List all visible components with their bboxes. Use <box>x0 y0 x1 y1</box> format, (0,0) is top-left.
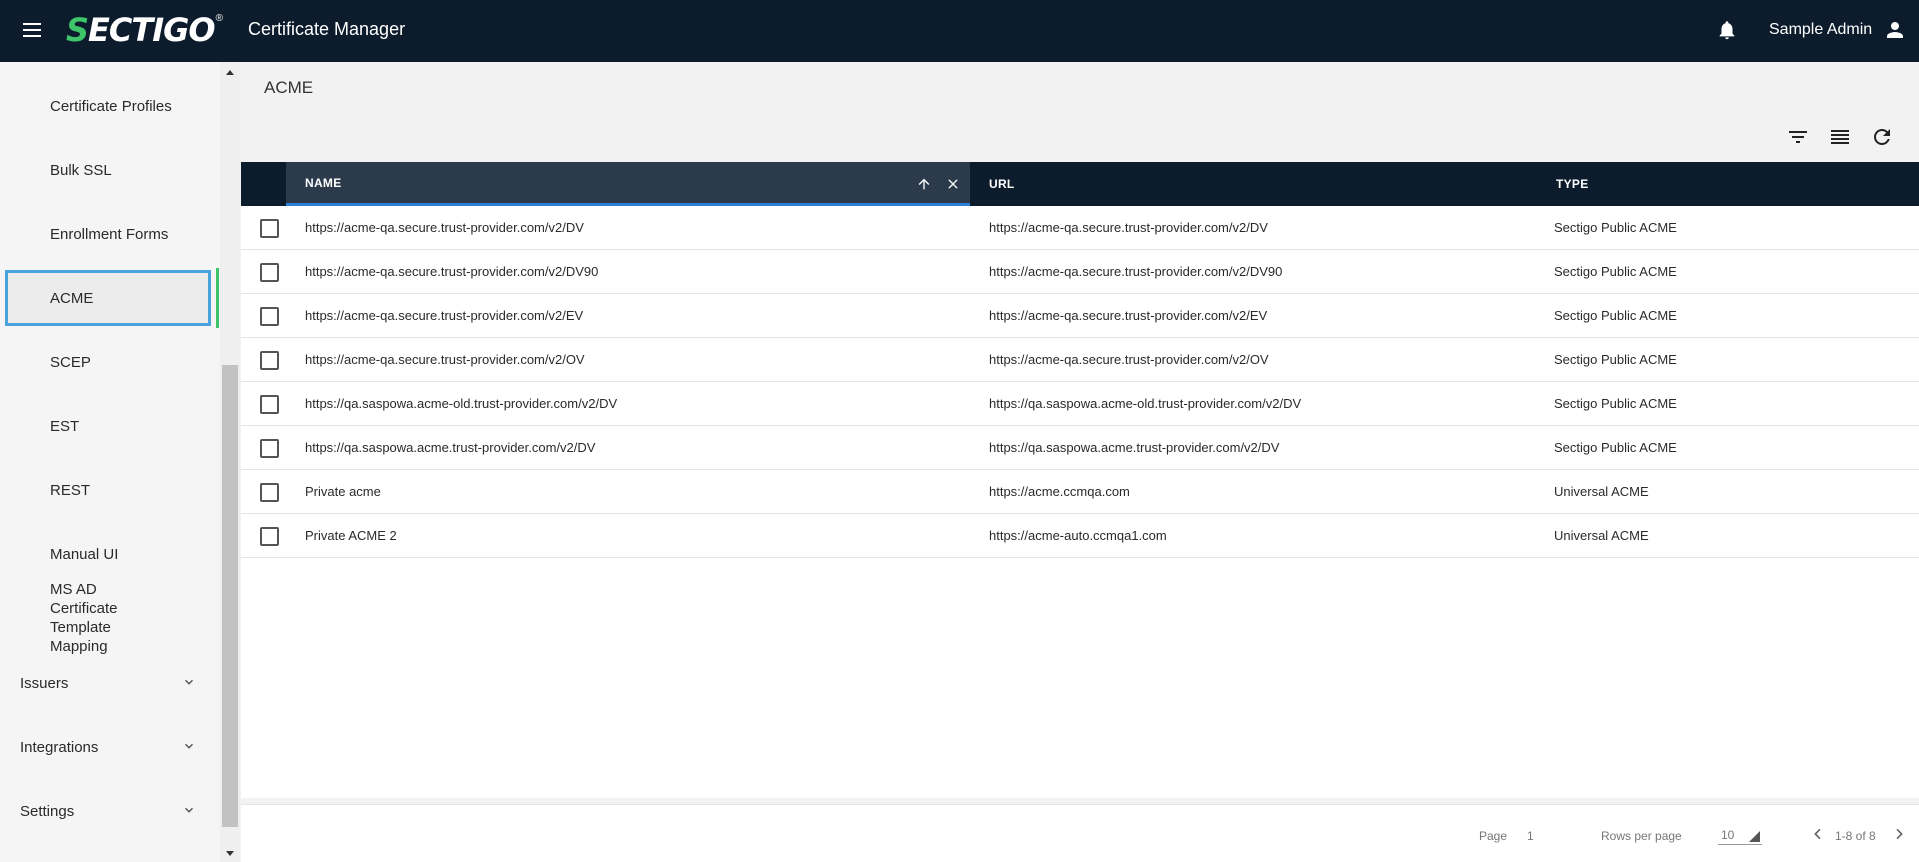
sidebar-item-acme[interactable]: ACME <box>5 270 211 326</box>
sidebar-item-scep[interactable]: SCEP <box>0 332 218 392</box>
table-row[interactable]: https://acme-qa.secure.trust-provider.co… <box>241 206 1919 250</box>
main-content: ACME NAME URL TYPE https://acme-qa.secur… <box>241 62 1919 862</box>
cell-url: https://acme-qa.secure.trust-provider.co… <box>989 220 1268 235</box>
table-row[interactable]: https://qa.saspowa.acme.trust-provider.c… <box>241 426 1919 470</box>
rows-per-page-label: Rows per page <box>1601 829 1682 843</box>
page-number[interactable]: 1 <box>1527 829 1534 843</box>
close-icon[interactable] <box>945 176 961 192</box>
sidebar-scroll-thumb[interactable] <box>222 365 238 827</box>
table-row[interactable]: https://acme-qa.secure.trust-provider.co… <box>241 338 1919 382</box>
sidebar-item-ms-ad-template-mapping[interactable]: MS AD Certificate Template Mapping <box>0 581 218 655</box>
active-item-marker <box>216 268 219 328</box>
sidebar-group-label: Issuers <box>20 674 69 692</box>
column-header-label: NAME <box>305 175 342 190</box>
logo-registered-mark: ® <box>215 12 223 24</box>
scroll-up-arrow-icon[interactable] <box>222 66 238 80</box>
sidebar-item-rest[interactable]: REST <box>0 460 218 520</box>
cell-url: https://acme-qa.secure.trust-provider.co… <box>989 264 1283 279</box>
cell-type: Sectigo Public ACME <box>1554 352 1677 367</box>
chevron-down-icon <box>184 679 194 685</box>
table-row[interactable]: Private acme https://acme.ccmqa.com Univ… <box>241 470 1919 514</box>
sidebar-group-issuers[interactable]: Issuers <box>0 653 218 713</box>
column-header-type[interactable]: TYPE <box>1533 162 1919 206</box>
acme-table: NAME URL TYPE https://acme-qa.secure.tru… <box>241 162 1919 798</box>
cell-url: https://acme-qa.secure.trust-provider.co… <box>989 308 1268 323</box>
row-checkbox[interactable] <box>260 527 279 546</box>
cell-url: https://acme.ccmqa.com <box>989 484 1130 499</box>
rows-per-page-select[interactable]: 10 <box>1718 825 1762 845</box>
sidebar-group-label: Integrations <box>20 738 99 756</box>
row-checkbox[interactable] <box>260 307 279 326</box>
row-checkbox[interactable] <box>260 395 279 414</box>
sidebar-item-manual-ui[interactable]: Manual UI <box>0 524 218 584</box>
table-row[interactable]: Private ACME 2 https://acme-auto.ccmqa1.… <box>241 514 1919 558</box>
logo-text: SECTIGO <box>66 11 216 49</box>
table-header: NAME URL TYPE <box>241 162 1919 206</box>
row-checkbox[interactable] <box>260 483 279 502</box>
filter-icon[interactable] <box>1785 125 1811 149</box>
chevron-down-icon <box>184 743 194 749</box>
dropdown-triangle-icon <box>1749 831 1760 842</box>
page-label: Page <box>1479 829 1508 843</box>
page-title: ACME <box>264 78 314 97</box>
pagination-bar: Page 1 Rows per page 10 1-8 of 8 <box>241 804 1919 862</box>
column-header-label: TYPE <box>1556 177 1589 191</box>
cell-name: https://qa.saspowa.acme-old.trust-provid… <box>305 396 618 411</box>
column-header-url[interactable]: URL <box>970 162 1533 206</box>
cell-url: https://acme-auto.ccmqa1.com <box>989 528 1167 543</box>
cell-url: https://qa.saspowa.acme-old.trust-provid… <box>989 396 1302 411</box>
cell-name: Private acme <box>305 484 381 499</box>
column-header-label: URL <box>989 177 1015 191</box>
cell-type: Sectigo Public ACME <box>1554 264 1677 279</box>
sidebar-group-integrations[interactable]: Integrations <box>0 717 218 777</box>
sidebar-item-bulk-ssl[interactable]: Bulk SSL <box>0 140 218 200</box>
cell-type: Sectigo Public ACME <box>1554 308 1677 323</box>
menu-icon[interactable] <box>20 19 44 43</box>
table-row[interactable]: https://acme-qa.secure.trust-provider.co… <box>241 294 1919 338</box>
row-checkbox[interactable] <box>260 439 279 458</box>
pagination-range: 1-8 of 8 <box>1835 829 1876 843</box>
sidebar-item-est[interactable]: EST <box>0 396 218 456</box>
bell-icon[interactable] <box>1716 18 1738 42</box>
table-row[interactable]: https://qa.saspowa.acme-old.trust-provid… <box>241 382 1919 426</box>
cell-name: https://acme-qa.secure.trust-provider.co… <box>305 220 584 235</box>
cell-name: Private ACME 2 <box>305 528 397 543</box>
sidebar-group-settings[interactable]: Settings <box>0 781 218 841</box>
cell-url: https://acme-qa.secure.trust-provider.co… <box>989 352 1269 367</box>
cell-name: https://acme-qa.secure.trust-provider.co… <box>305 352 585 367</box>
chevron-down-icon <box>184 807 194 813</box>
row-checkbox[interactable] <box>260 263 279 282</box>
cell-url: https://qa.saspowa.acme.trust-provider.c… <box>989 440 1280 455</box>
row-checkbox[interactable] <box>260 351 279 370</box>
sidebar-item-certificate-profiles[interactable]: Certificate Profiles <box>0 76 218 136</box>
user-name[interactable]: Sample Admin <box>1769 21 1872 39</box>
table-row[interactable]: https://acme-qa.secure.trust-provider.co… <box>241 250 1919 294</box>
row-checkbox[interactable] <box>260 219 279 238</box>
columns-icon[interactable] <box>1827 125 1853 149</box>
refresh-icon[interactable] <box>1869 125 1895 149</box>
app-title: Certificate Manager <box>248 19 406 39</box>
top-header: SECTIGO ® Certificate Manager Sample Admi… <box>0 0 1919 62</box>
sidebar-item-enrollment-forms[interactable]: Enrollment Forms <box>0 204 218 264</box>
sidebar-group-label: Settings <box>20 802 75 820</box>
cell-name: https://qa.saspowa.acme.trust-provider.c… <box>305 440 596 455</box>
cell-type: Sectigo Public ACME <box>1554 440 1677 455</box>
cell-type: Sectigo Public ACME <box>1554 396 1677 411</box>
cell-type: Universal ACME <box>1554 484 1649 499</box>
rows-per-page-value: 10 <box>1721 828 1735 842</box>
cell-type: Sectigo Public ACME <box>1554 220 1677 235</box>
chevron-left-icon[interactable] <box>1810 826 1826 842</box>
sectigo-logo[interactable]: SECTIGO ® <box>66 10 223 50</box>
cell-name: https://acme-qa.secure.trust-provider.co… <box>305 264 599 279</box>
column-header-name[interactable]: NAME <box>286 162 970 206</box>
cell-name: https://acme-qa.secure.trust-provider.co… <box>305 308 584 323</box>
cell-type: Universal ACME <box>1554 528 1649 543</box>
sidebar: Certificate Profiles Bulk SSL Enrollment… <box>0 62 240 862</box>
chevron-right-icon[interactable] <box>1891 826 1907 842</box>
user-icon[interactable] <box>1883 18 1907 42</box>
sort-up-icon[interactable] <box>916 176 932 192</box>
scroll-down-arrow-icon[interactable] <box>222 846 238 860</box>
